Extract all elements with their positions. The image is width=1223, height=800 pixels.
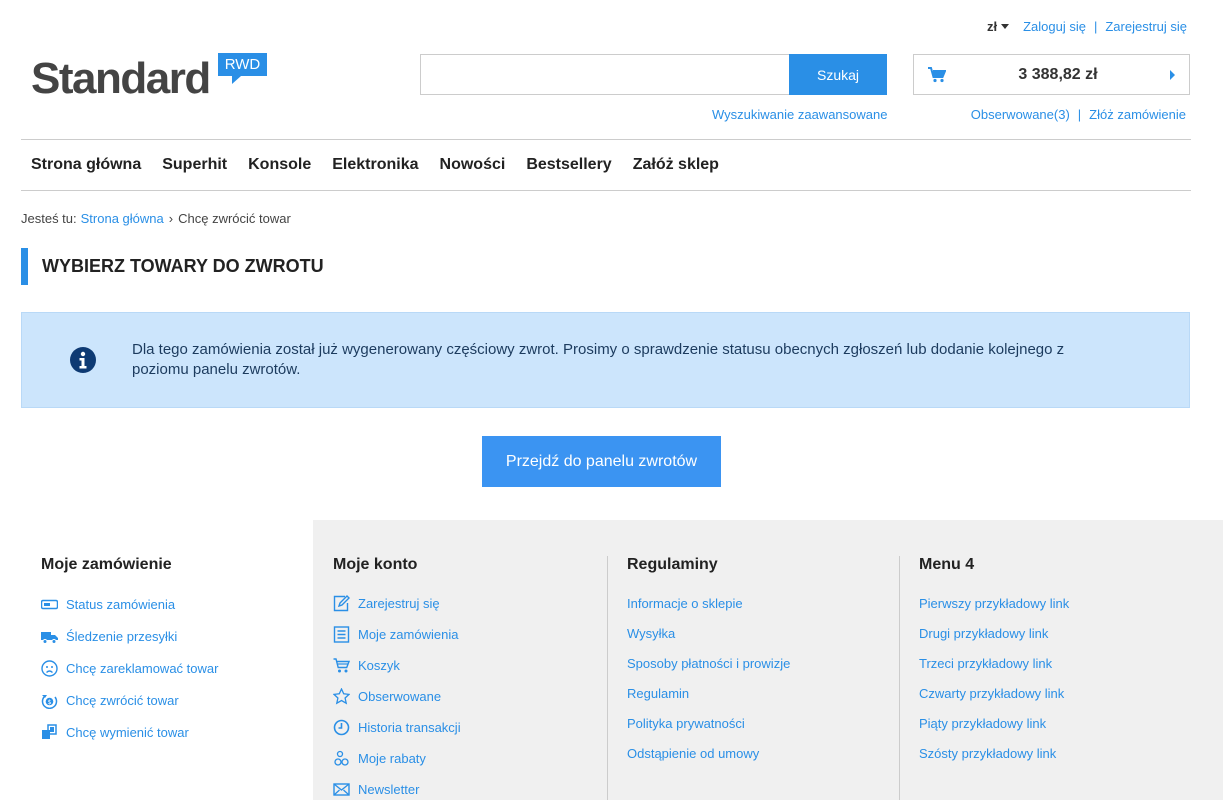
breadcrumb-home-link[interactable]: Strona główna: [81, 211, 164, 226]
breadcrumb-separator: ›: [168, 211, 174, 226]
chevron-right-icon: [1170, 69, 1175, 80]
nav-item-home[interactable]: Strona główna: [31, 156, 141, 174]
footer-column-regulations: Regulaminy Informacje o sklepie Wysyłka …: [607, 556, 790, 800]
cart-button[interactable]: 3 388,82 zł: [913, 54, 1190, 95]
footer-link-return[interactable]: $ Chcę zwrócić towar: [41, 684, 218, 716]
footer: Moje zamówienie Status zamówienia Śledze…: [0, 520, 1223, 800]
footer-link-my-orders[interactable]: Moje zamówienia: [333, 619, 461, 650]
clock-icon: [333, 719, 350, 736]
footer-column-title: Menu 4: [919, 556, 975, 573]
footer-link-register[interactable]: Zarejestruj się: [333, 588, 461, 619]
search-bar: Szukaj: [420, 54, 887, 95]
divider: |: [1093, 19, 1098, 34]
cart-links: Obserwowane(3) | Złóż zamówienie: [971, 107, 1186, 122]
nav-item-superhit[interactable]: Superhit: [162, 156, 227, 174]
footer-link-cart[interactable]: Koszyk: [333, 650, 461, 681]
footer-link-exchange[interactable]: Chcę wymienić towar: [41, 716, 218, 748]
page-title: WYBIERZ TOWARY DO ZWROTU: [42, 256, 324, 276]
footer-link-sample-2[interactable]: Drugi przykładowy link: [919, 618, 1069, 648]
footer-link-complaint[interactable]: Chcę zareklamować towar: [41, 652, 218, 684]
footer-column-my-account: Moje konto Zarejestruj się Moje zamówien…: [333, 556, 461, 800]
main-nav: Strona główna Superhit Konsole Elektroni…: [21, 139, 1191, 191]
breadcrumb: Jesteś tu: Strona główna › Chcę zwrócić …: [21, 211, 291, 226]
footer-column-my-order: Moje zamówienie Status zamówienia Śledze…: [41, 556, 218, 748]
footer-link-discounts[interactable]: Moje rabaty: [333, 743, 461, 774]
nav-item-electronics[interactable]: Elektronika: [332, 156, 418, 174]
column-divider: [899, 556, 900, 800]
column-divider: [607, 556, 608, 800]
footer-column-title: Moje konto: [333, 556, 418, 573]
footer-link-sample-5[interactable]: Piąty przykładowy link: [919, 708, 1069, 738]
go-to-returns-panel-button[interactable]: Przejdź do panelu zwrotów: [482, 436, 721, 487]
footer-link-tracking[interactable]: Śledzenie przesyłki: [41, 620, 218, 652]
cart-icon: [333, 658, 350, 673]
cart-total: 3 388,82 zł: [1018, 65, 1098, 83]
logo-text: Standard: [31, 54, 211, 103]
info-icon: [70, 347, 96, 373]
list-icon: [333, 626, 350, 643]
register-link[interactable]: Zarejestruj się: [1105, 19, 1187, 34]
nav-item-new[interactable]: Nowości: [440, 156, 506, 174]
truck-icon: [41, 631, 58, 644]
footer-link-transaction-history[interactable]: Historia transakcji: [333, 712, 461, 743]
footer-link-withdrawal[interactable]: Odstąpienie od umowy: [627, 738, 790, 768]
footer-link-payment-methods[interactable]: Sposoby płatności i prowizje: [627, 648, 790, 678]
svg-text:$: $: [48, 699, 52, 706]
footer-link-shop-info[interactable]: Informacje o sklepie: [627, 588, 790, 618]
footer-link-order-status[interactable]: Status zamówienia: [41, 588, 218, 620]
info-message-text: Dla tego zamówienia został już wygenerow…: [132, 341, 1065, 378]
status-icon: [41, 599, 58, 609]
sad-face-icon: [41, 659, 58, 677]
footer-link-privacy-policy[interactable]: Polityka prywatności: [627, 708, 790, 738]
nav-item-bestsellers[interactable]: Bestsellery: [526, 156, 611, 174]
footer-link-shipping[interactable]: Wysyłka: [627, 618, 790, 648]
footer-column-title: Moje zamówienie: [41, 556, 172, 573]
discount-icon: [334, 750, 349, 766]
exchange-icon: [42, 723, 57, 739]
footer-link-sample-1[interactable]: Pierwszy przykładowy link: [919, 588, 1069, 618]
footer-link-newsletter[interactable]: Newsletter: [333, 774, 461, 800]
footer-link-terms[interactable]: Regulamin: [627, 678, 790, 708]
edit-icon: [333, 595, 350, 612]
login-link[interactable]: Zaloguj się: [1023, 19, 1086, 34]
search-input[interactable]: [420, 54, 789, 95]
observed-link[interactable]: Obserwowane(3): [971, 107, 1070, 122]
advanced-search-link[interactable]: Wyszukiwanie zaawansowane: [712, 107, 887, 122]
chevron-down-icon: [1001, 24, 1010, 29]
top-bar: zł Zaloguj się | Zarejestruj się: [987, 19, 1187, 34]
logo[interactable]: Standard RWD: [31, 53, 268, 103]
info-message-box: Dla tego zamówienia został już wygenerow…: [21, 312, 1190, 408]
nav-item-create-shop[interactable]: Załóż sklep: [633, 156, 719, 174]
quick-order-link[interactable]: Złóż zamówienie: [1089, 107, 1186, 122]
breadcrumb-prefix: Jesteś tu:: [21, 211, 77, 226]
nav-item-consoles[interactable]: Konsole: [248, 156, 311, 174]
return-icon: $: [41, 694, 58, 709]
footer-link-observed[interactable]: Obserwowane: [333, 681, 461, 712]
page-heading: WYBIERZ TOWARY DO ZWROTU: [21, 248, 324, 285]
cart-icon: [928, 66, 946, 82]
footer-link-sample-3[interactable]: Trzeci przykładowy link: [919, 648, 1069, 678]
envelope-icon: [333, 783, 350, 796]
footer-column-title: Regulaminy: [627, 556, 718, 573]
breadcrumb-current: Chcę zwrócić towar: [178, 211, 291, 226]
footer-link-sample-6[interactable]: Szósty przykładowy link: [919, 738, 1069, 768]
footer-column-menu-4: Menu 4 Pierwszy przykładowy link Drugi p…: [899, 556, 1069, 800]
currency-selector[interactable]: zł: [987, 19, 1010, 34]
footer-link-sample-4[interactable]: Czwarty przykładowy link: [919, 678, 1069, 708]
search-button[interactable]: Szukaj: [789, 54, 887, 95]
divider: |: [1077, 107, 1082, 122]
star-icon: [333, 688, 350, 705]
logo-badge: RWD: [217, 53, 268, 84]
